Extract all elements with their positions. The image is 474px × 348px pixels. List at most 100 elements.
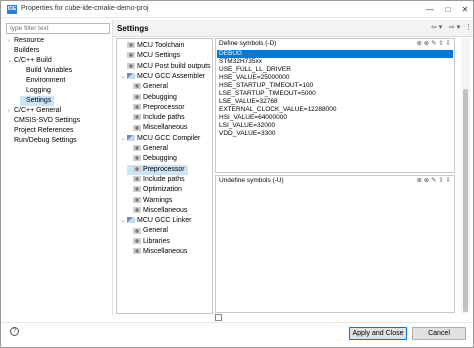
maximize-icon[interactable]: □ [441,4,455,16]
nav-item-label: Settings [26,97,52,104]
define-symbol-item[interactable]: EXTERNAL_CLOCK_VALUE=12288000 [217,106,453,114]
tool-tree-item[interactable]: MCU Settings [121,51,180,61]
tool-tree-label: Debugging [143,155,177,163]
nav-item-label: Project References [14,127,74,134]
define-symbol-item[interactable]: HSI_VALUE=64000000 [217,114,453,122]
tool-tree-item[interactable]: General [127,144,168,154]
settings-icon [133,227,141,234]
define-symbol-item[interactable]: LSI_VALUE=32000 [217,122,453,130]
nav-item[interactable]: Run/Debug Settings [8,136,77,146]
tool-tree-label: Miscellaneous [143,206,188,214]
define-symbol-item[interactable]: STM32H735xx [217,58,453,66]
tool-tree-item[interactable]: Libraries [127,237,170,247]
properties-window: IDE Properties for cube-ide-cmake-demo-p… [0,0,474,348]
tool-tree-item[interactable]: Debugging [127,154,177,164]
forward-icon[interactable]: ⇨ ▾ [449,23,460,31]
nav-item[interactable]: Settings [20,96,55,106]
undefine-symbols-panel: Undefine symbols (-U) ⊕ ⊗ ✎ ⇧ ⇩ [215,175,455,313]
undefine-symbols-title: Undefine symbols (-U) [219,177,284,184]
app-icon: IDE [7,5,17,14]
settings-icon [133,93,141,100]
tool-tree-item[interactable]: Miscellaneous [127,206,187,216]
tool-tree-item[interactable]: Preprocessor [127,164,188,175]
settings-icon [133,237,141,244]
sash[interactable] [112,19,113,315]
settings-icon [133,248,141,255]
nav-item[interactable]: Project References [8,126,74,136]
tool-tree-label: Preprocessor [143,103,185,111]
tool-tree-label: Preprocessor [143,165,185,173]
define-symbols-list: DEBUG STM32H735xx USE_FULL_LL_DRIVER HSE_VA… [217,50,453,138]
tool-tree-label: Debugging [143,93,177,101]
settings-icon [133,114,141,121]
define-symbol-item[interactable]: USE_FULL_LL_DRIVER [217,66,453,74]
option-checkbox[interactable] [215,314,222,321]
tool-icon [127,217,135,224]
tool-tree-item[interactable]: MCU Toolchain [121,41,184,51]
tool-tree-item[interactable]: General [127,226,168,236]
tool-tree-label: Libraries [143,237,170,245]
define-symbol-item[interactable]: LSE_STARTUP_TIMEOUT=5000 [217,90,453,98]
help-icon[interactable]: ? [10,327,19,336]
define-symbol-item[interactable]: HSE_STARTUP_TIMEOUT=100 [217,82,453,90]
back-icon[interactable]: ⇦ ▾ [431,23,442,31]
tool-tree-item[interactable]: Debugging [127,93,177,103]
tool-tree-item[interactable]: Warnings [127,196,172,206]
scrollbar-thumb[interactable] [463,89,468,312]
apply-and-close-button[interactable]: Apply and Close [349,327,407,340]
tool-tree-item[interactable]: General [127,82,168,92]
nav-item-label: Builders [14,47,40,54]
nav-item[interactable]: Build Variables [20,66,72,76]
tool-settings-tree: MCU Toolchain MCU Settings MCU Post build … [116,38,213,314]
define-symbol-item[interactable]: VDD_VALUE=3300 [217,130,453,138]
nav-item[interactable]: › Resource [8,36,44,46]
define-symbol-item[interactable]: HSE_VALUE=25000000 [217,74,453,82]
menu-icon[interactable]: ⋮ [465,23,472,31]
tool-tree-label: Include paths [143,175,185,183]
tool-tree-item[interactable]: ⌄ MCU GCC Assembler [121,72,205,82]
tool-tree-label: General [143,83,168,91]
tool-tree-label: MCU GCC Compiler [137,134,201,142]
nav-item[interactable]: ⌄ C/C++ Build [8,56,52,66]
tool-tree-item[interactable]: Miscellaneous [127,247,187,257]
tool-tree-label: MCU GCC Linker [137,217,192,225]
tool-tree-item[interactable]: MCU Post build outputs [121,62,211,72]
nav-item[interactable]: CMSIS-SVD Settings [8,116,80,126]
nav-item[interactable]: Logging [20,86,51,96]
nav-item[interactable]: Builders [8,46,39,56]
property-nav-tree: › Resource Builders ⌄ C/C++ Build Build Varia… [6,36,110,316]
settings-icon [133,206,141,213]
nav-item-label: C/C++ General [14,107,62,114]
tool-tree-label: MCU Post build outputs [137,62,211,70]
tool-tree-label: Include paths [143,114,185,122]
define-symbol-item[interactable]: DEBUG [217,50,453,58]
settings-icon [133,103,141,110]
tool-tree-item[interactable]: Optimization [127,185,182,195]
undefine-toolbar-icons[interactable]: ⊕ ⊗ ✎ ⇧ ⇩ [417,176,451,184]
tool-icon [127,134,135,141]
tool-tree-label: MCU Toolchain [137,42,185,49]
nav-item-label: Build Variables [26,67,73,74]
cancel-button[interactable]: Cancel [412,327,466,340]
close-icon[interactable]: ✕ [458,4,472,16]
tool-tree-item[interactable]: Preprocessor [127,103,185,113]
vertical-scrollbar[interactable] [461,38,470,314]
nav-item[interactable]: › C/C++ General [8,106,61,116]
tool-tree-item[interactable]: ⌄ MCU GCC Compiler [121,134,200,144]
nav-item-label: CMSIS-SVD Settings [14,117,81,124]
tool-tree-label: Optimization [143,186,182,194]
tool-tree-item[interactable]: Miscellaneous [127,123,187,133]
window-title: Properties for cube-ide-cmake-demo-proj [21,5,149,12]
nav-item[interactable]: Environment [20,76,65,86]
minimize-icon[interactable]: — [423,4,437,16]
define-symbol-item[interactable]: LSE_VALUE=32768 [217,98,453,106]
tool-tree-item[interactable]: Include paths [127,113,185,123]
settings-icon [133,145,141,152]
filter-input[interactable] [6,23,110,34]
define-toolbar-icons[interactable]: ⊕ ⊗ ✎ ⇧ ⇩ [417,39,451,47]
tool-tree-item[interactable]: Include paths [127,175,185,185]
tool-tree-label: Miscellaneous [143,248,188,255]
tool-tree-item[interactable]: ⌄ MCU GCC Linker [121,216,191,226]
settings-icon [133,83,141,90]
settings-icon [127,52,135,59]
